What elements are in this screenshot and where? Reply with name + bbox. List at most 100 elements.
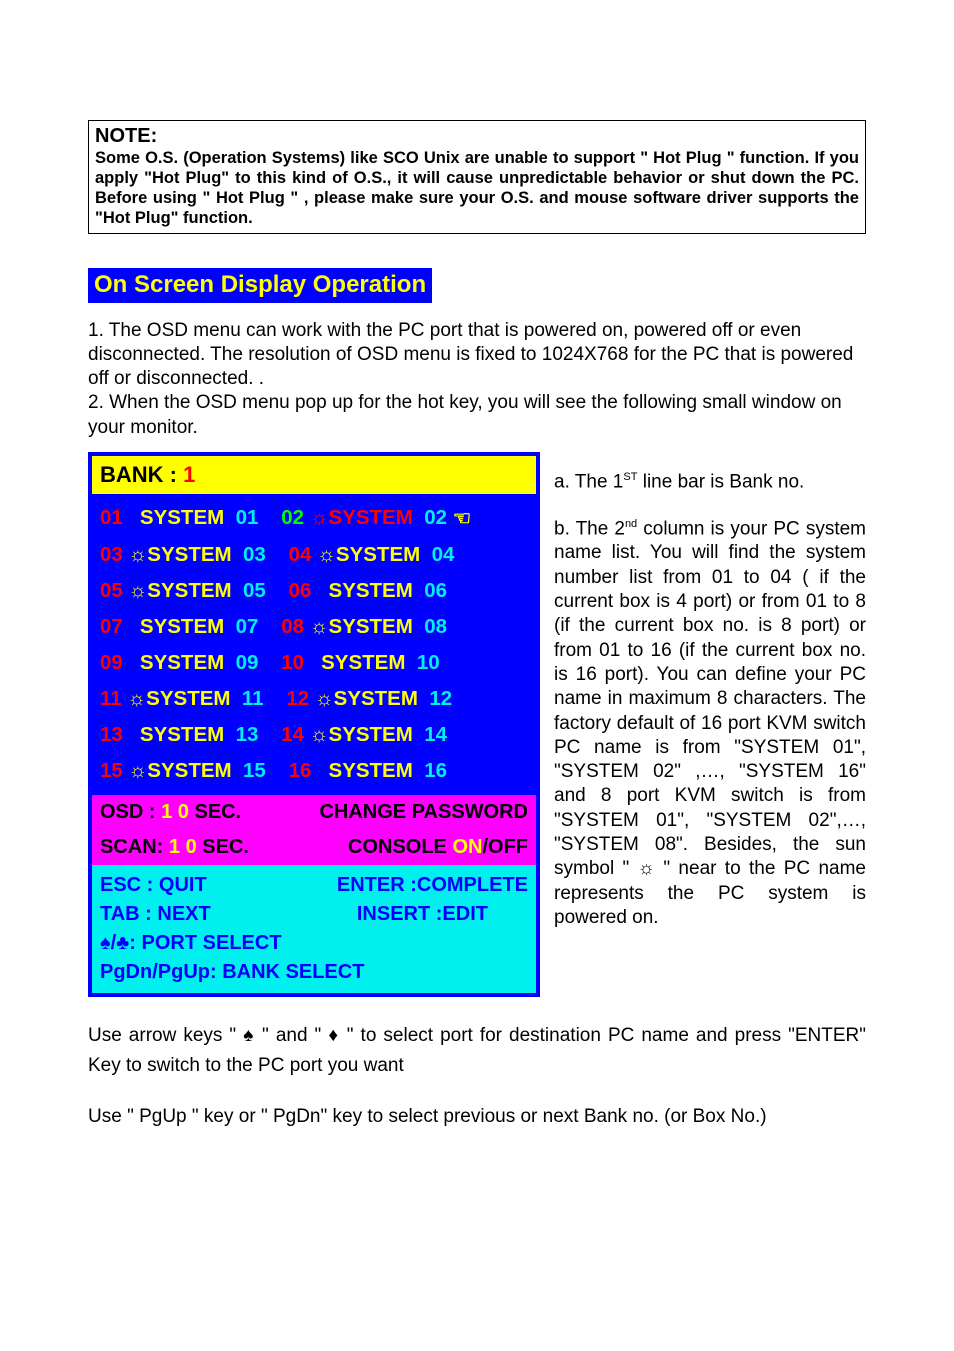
console-onoff-label: CONSOLE ON/OFF xyxy=(348,836,528,859)
osd-port-row: 15 ☼SYSTEM 15 16 SYSTEM 16 xyxy=(100,753,528,789)
port-index: 05 xyxy=(100,579,129,603)
port-number: 06 xyxy=(424,579,447,603)
spacer xyxy=(232,579,243,603)
col-gap xyxy=(258,651,281,675)
note-title: NOTE: xyxy=(95,125,859,148)
port-index: 14 xyxy=(281,723,310,747)
osd-port-row: 13 SYSTEM 13 14 ☼SYSTEM 14 xyxy=(100,717,528,753)
scan-value: 1 0 xyxy=(169,836,197,858)
port-number: 09 xyxy=(236,651,259,675)
scan-pre: SCAN: xyxy=(100,836,169,858)
port-name: SYSTEM xyxy=(140,615,224,639)
sun-icon: ☼ xyxy=(129,759,148,783)
port-number: 08 xyxy=(424,615,447,639)
sun-icon: ☼ xyxy=(315,687,334,711)
osd-port-row: 09 SYSTEM 09 10 SYSTEM 10 xyxy=(100,645,528,681)
port-name: SYSTEM xyxy=(140,506,224,531)
bank-label: BANK : xyxy=(100,462,177,487)
col-gap xyxy=(258,723,281,747)
osd-port-row: 11 ☼SYSTEM 11 12 ☼SYSTEM 12 xyxy=(100,681,528,717)
port-number: 01 xyxy=(236,506,259,531)
port-index: 08 xyxy=(281,615,310,639)
spacer xyxy=(129,723,140,747)
sun-icon: ☼ xyxy=(310,723,329,747)
change-password-label: CHANGE PASSWORD xyxy=(319,801,528,824)
port-name: SYSTEM xyxy=(329,579,413,603)
port-number: 07 xyxy=(236,615,259,639)
port-number: 12 xyxy=(429,687,452,711)
console-on: ON xyxy=(452,836,482,858)
note-title-small: OTE: xyxy=(109,125,157,147)
spacer xyxy=(310,651,321,675)
port-name: SYSTEM xyxy=(329,723,413,747)
port-number: 15 xyxy=(243,759,266,783)
spacer xyxy=(413,723,424,747)
spacer xyxy=(413,759,424,783)
osd-help-bar: ESC : QUIT ENTER :COMPLETE TAB : NEXT IN… xyxy=(92,865,536,993)
osd-osd-time-row: OSD : 1 0 SEC. CHANGE PASSWORD xyxy=(92,795,536,830)
port-number: 14 xyxy=(424,723,447,747)
port-name: SYSTEM xyxy=(334,687,418,711)
port-index: 16 xyxy=(289,759,318,783)
port-index: 09 xyxy=(100,651,129,675)
col-gap xyxy=(258,615,281,639)
spacer xyxy=(230,687,241,711)
bank-number: 1 xyxy=(183,462,195,487)
port-name: SYSTEM xyxy=(329,615,413,639)
port-number: 10 xyxy=(417,651,440,675)
port-number: 03 xyxy=(243,543,266,567)
osd-bank-bar: BANK : 1 xyxy=(92,456,536,494)
spacer xyxy=(413,579,424,603)
paragraph-a: a. The 1ST line bar is Bank no. xyxy=(554,470,866,495)
spacer xyxy=(129,506,140,531)
osd-port-row: 07 SYSTEM 07 08 ☼SYSTEM 08 xyxy=(100,609,528,645)
port-index: 07 xyxy=(100,615,129,639)
spacer xyxy=(418,687,429,711)
col-gap xyxy=(258,506,281,531)
help-row-2: TAB : NEXT INSERT :EDIT xyxy=(100,900,528,929)
port-index: 15 xyxy=(100,759,129,783)
port-number: 02 xyxy=(424,506,447,531)
hand-icon: ☜ xyxy=(447,506,471,531)
port-number: 16 xyxy=(424,759,447,783)
paragraph-b: b. The 2nd column is your PC system name… xyxy=(554,517,866,931)
spacer xyxy=(405,651,416,675)
port-index: 06 xyxy=(289,579,318,603)
sun-icon: ☼ xyxy=(310,615,329,639)
port-index: 10 xyxy=(281,651,310,675)
port-index: 02 xyxy=(281,506,310,531)
port-index: 01 xyxy=(100,506,129,531)
osd-value: 1 0 xyxy=(161,801,189,823)
port-name: SYSTEM xyxy=(321,651,405,675)
note-box: NOTE: Some O.S. (Operation Systems) like… xyxy=(88,120,866,234)
section-title: On Screen Display Operation xyxy=(88,268,432,303)
col-gap xyxy=(264,687,287,711)
help-row-4: PgDn/PgUp: BANK SELECT xyxy=(100,958,528,987)
port-name: SYSTEM xyxy=(140,723,224,747)
port-name: SYSTEM xyxy=(147,543,231,567)
col-gap xyxy=(266,579,289,603)
port-index: 11 xyxy=(100,687,127,711)
spacer xyxy=(129,615,140,639)
content-row: BANK : 1 01 SYSTEM 01 02 ☼SYSTEM 02 ☜03 … xyxy=(88,452,866,997)
osd-port-row: 03 ☼SYSTEM 03 04 ☼SYSTEM 04 xyxy=(100,537,528,573)
note-title-big: N xyxy=(95,125,109,147)
sun-icon: ☼ xyxy=(310,506,329,531)
port-index: 04 xyxy=(289,543,318,567)
sun-icon: ☼ xyxy=(129,579,148,603)
osd-window: BANK : 1 01 SYSTEM 01 02 ☼SYSTEM 02 ☜03 … xyxy=(88,452,540,997)
spacer xyxy=(129,651,140,675)
port-select: ♠/♣: PORT SELECT xyxy=(100,932,282,955)
port-number: 04 xyxy=(432,543,455,567)
spacer xyxy=(413,506,424,531)
col-gap xyxy=(266,759,289,783)
port-name: SYSTEM xyxy=(140,651,224,675)
intro-text: 1. The OSD menu can work with the PC por… xyxy=(88,319,866,441)
port-index: 12 xyxy=(286,687,315,711)
port-number: 11 xyxy=(242,687,264,711)
osd-scan-time-row: SCAN: 1 0 SEC. CONSOLE ON/OFF xyxy=(92,830,536,865)
right-column: a. The 1ST line bar is Bank no. b. The 2… xyxy=(554,452,866,930)
port-name: SYSTEM xyxy=(146,687,230,711)
port-name: SYSTEM xyxy=(336,543,420,567)
port-index: 03 xyxy=(100,543,129,567)
